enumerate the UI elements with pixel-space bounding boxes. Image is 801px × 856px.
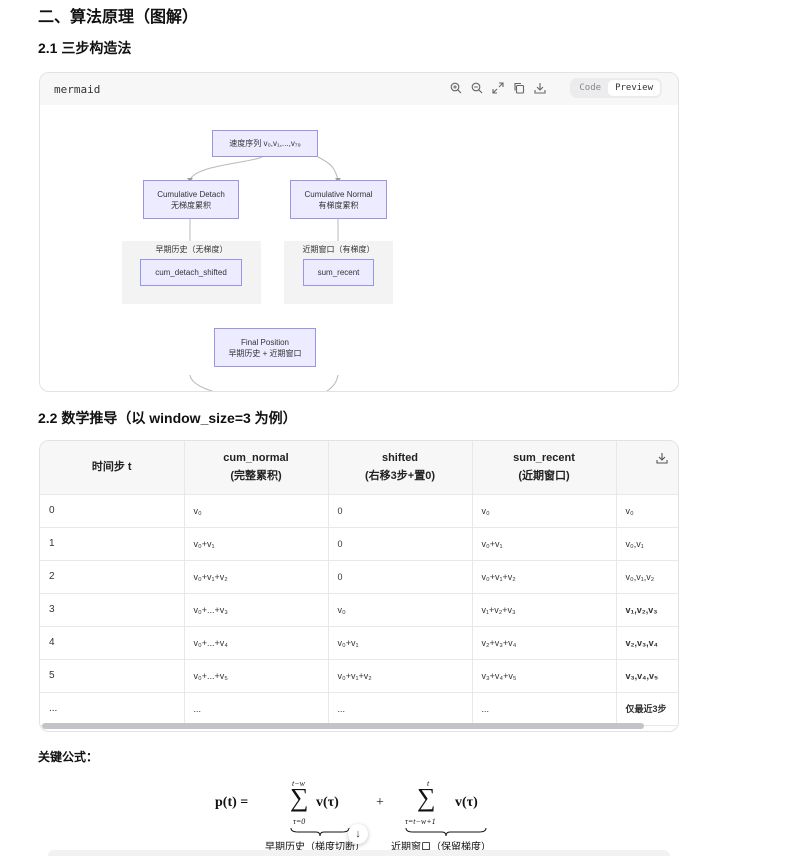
key-formula-label: 关键公式： xyxy=(38,750,99,764)
edge-top-left xyxy=(189,156,263,181)
table-cell: v₀ xyxy=(616,494,678,528)
zoom-in-icon[interactable] xyxy=(449,81,463,95)
diagram-node-cumulative-detach: Cumulative Detach 无梯度累积 xyxy=(143,180,239,219)
table-cell: 仅最近3步 xyxy=(616,692,678,726)
table-row: 0 v₀ 0 v₀ v₀ xyxy=(40,494,678,528)
table-cell: v₀+...+v₄ xyxy=(184,626,329,660)
underbrace-left xyxy=(290,827,350,837)
underbrace-right xyxy=(405,827,487,837)
table-cell: v₃,v₄,v₅ xyxy=(616,659,678,693)
next-block-edge xyxy=(48,850,670,856)
table-header-row: 时间步 t cum_normal (完整累积) shifted (右移3步+置0) … xyxy=(40,441,678,495)
expand-icon[interactable] xyxy=(491,81,505,95)
code-language-label: mermaid xyxy=(54,82,101,96)
table-cell: v₀,v₁,v₂ xyxy=(616,560,678,594)
diagram-node-velocity-sequence: 速度序列 v₀,v₁,...,v₇₉ xyxy=(212,130,318,157)
view-toggle: Code Preview xyxy=(570,78,662,98)
table-cell: v₀+v₁+v₂ xyxy=(328,659,473,693)
sum2-lower-limit: τ=t−w+1 xyxy=(405,817,436,826)
section-heading: 二、算法原理（图解） xyxy=(38,9,199,26)
table-cell: v₀+...+v₃ xyxy=(184,593,329,627)
sum1-lower-limit: τ=0 xyxy=(293,817,306,826)
sum1-sigma: ∑ xyxy=(290,783,309,812)
table-cell: v₁+v₂+v₃ xyxy=(472,593,617,627)
table-cell: v₀+...+v₅ xyxy=(184,659,329,693)
table-cell: 0 xyxy=(328,527,473,561)
column-header-timestep: 时间步 t xyxy=(40,441,185,495)
formula-plus: + xyxy=(376,795,384,810)
copy-icon[interactable] xyxy=(512,81,526,95)
table-cell: v₂+v₃+v₄ xyxy=(472,626,617,660)
code-block-toolbar: Code Preview xyxy=(449,78,662,98)
table-cell: v₂,v₃,v₄ xyxy=(616,626,678,660)
table-row: 3 v₀+...+v₃ v₀ v₁+v₂+v₃ v₁,v₂,v₃ xyxy=(40,593,678,627)
subgraph-title-early-history: 早期历史（无梯度） xyxy=(155,245,228,254)
table-cell: v₀+v₁ xyxy=(472,527,617,561)
preview-view-button[interactable]: Preview xyxy=(608,80,660,96)
arrow-down-icon: ↓ xyxy=(355,828,361,840)
zoom-out-icon[interactable] xyxy=(470,81,484,95)
edge-top-right xyxy=(317,156,339,181)
column-header-sum-recent: sum_recent (近期窗口) xyxy=(472,441,617,495)
column-header-cum-normal: cum_normal (完整累积) xyxy=(184,441,329,495)
table-cell: ... xyxy=(184,692,329,726)
subgraph-recent-window: 近期窗口（有梯度） sum_recent xyxy=(284,241,393,304)
table-cell: v₃+v₄+v₅ xyxy=(472,659,617,693)
diagram-node-cumulative-normal: Cumulative Normal 有梯度累积 xyxy=(290,180,387,219)
column-header-window xyxy=(616,441,678,495)
derivation-table: 时间步 t cum_normal (完整累积) shifted (右移3步+置0) … xyxy=(40,441,678,726)
table-row: 2 v₀+v₁+v₂ 0 v₀+v₁+v₂ v₀,v₁,v₂ xyxy=(40,560,678,594)
diagram-node-cum-detach-shifted: cum_detach_shifted xyxy=(140,259,242,286)
mermaid-diagram: 速度序列 v₀,v₁,...,v₇₉ Cumulative Detach 无梯度… xyxy=(40,105,678,391)
table-cell: v₁,v₂,v₃ xyxy=(616,593,678,627)
formula-lhs: p(t) = xyxy=(215,795,249,810)
table-row: 4 v₀+...+v₄ v₀+v₁ v₂+v₃+v₄ v₂,v₃,v₄ xyxy=(40,626,678,660)
diagram-node-sum-recent: sum_recent xyxy=(303,259,374,286)
table-cell: 5 xyxy=(40,659,185,693)
table-row: ............ 仅最近3步 xyxy=(40,692,678,726)
horizontal-scrollbar[interactable] xyxy=(42,723,644,729)
sum2-sigma: ∑ xyxy=(417,783,436,812)
download-icon[interactable] xyxy=(656,451,670,465)
table-cell: v₀+v₁+v₂ xyxy=(184,560,329,594)
diagram-node-final-position: Final Position 早期历史 + 近期窗口 xyxy=(214,328,316,367)
download-icon[interactable] xyxy=(533,81,547,95)
table-cell: v₀+v₁+v₂ xyxy=(472,560,617,594)
table-cell: ... xyxy=(328,692,473,726)
edge-sub-right-final xyxy=(325,374,339,391)
subsection-heading-derivation: 2.2 数学推导（以 window_size=3 为例） xyxy=(38,410,297,426)
table-cell: 0 xyxy=(40,494,185,528)
code-view-button[interactable]: Code xyxy=(572,80,608,96)
table-cell: 2 xyxy=(40,560,185,594)
table-cell: v₀+v₁ xyxy=(328,626,473,660)
table-cell: 4 xyxy=(40,626,185,660)
column-header-shifted: shifted (右移3步+置0) xyxy=(328,441,473,495)
subgraph-early-history: 早期历史（无梯度） cum_detach_shifted xyxy=(122,241,261,304)
table-cell: v₀ xyxy=(472,494,617,528)
code-block-header: mermaid Code Preview xyxy=(40,73,678,105)
table-cell: v₀,v₁ xyxy=(616,527,678,561)
table-cell: 0 xyxy=(328,560,473,594)
derivation-table-container: 时间步 t cum_normal (完整累积) shifted (右移3步+置0) … xyxy=(39,440,679,732)
subgraph-title-recent-window: 近期窗口（有梯度） xyxy=(302,245,375,254)
table-cell: 3 xyxy=(40,593,185,627)
sum2-term: v(τ) xyxy=(455,795,478,810)
table-cell: v₀ xyxy=(184,494,329,528)
table-row: 1 v₀+v₁ 0 v₀+v₁ v₀,v₁ xyxy=(40,527,678,561)
mermaid-code-block: mermaid Code Preview 速度序列 v₀,v₁,...,v₇₉ … xyxy=(39,72,679,392)
table-cell: v₀+v₁ xyxy=(184,527,329,561)
edge-sub-left-final xyxy=(189,374,214,391)
table-row: 5 v₀+...+v₅ v₀+v₁+v₂ v₃+v₄+v₅ v₃,v₄,v₅ xyxy=(40,659,678,693)
table-cell: v₀ xyxy=(328,593,473,627)
table-cell: ... xyxy=(472,692,617,726)
table-cell: 1 xyxy=(40,527,185,561)
table-cell: ... xyxy=(40,692,185,726)
subsection-heading-construction: 2.1 三步构造法 xyxy=(38,40,132,56)
scroll-to-bottom-button[interactable]: ↓ xyxy=(348,824,368,844)
table-cell: 0 xyxy=(328,494,473,528)
sum1-term: v(τ) xyxy=(316,795,339,810)
